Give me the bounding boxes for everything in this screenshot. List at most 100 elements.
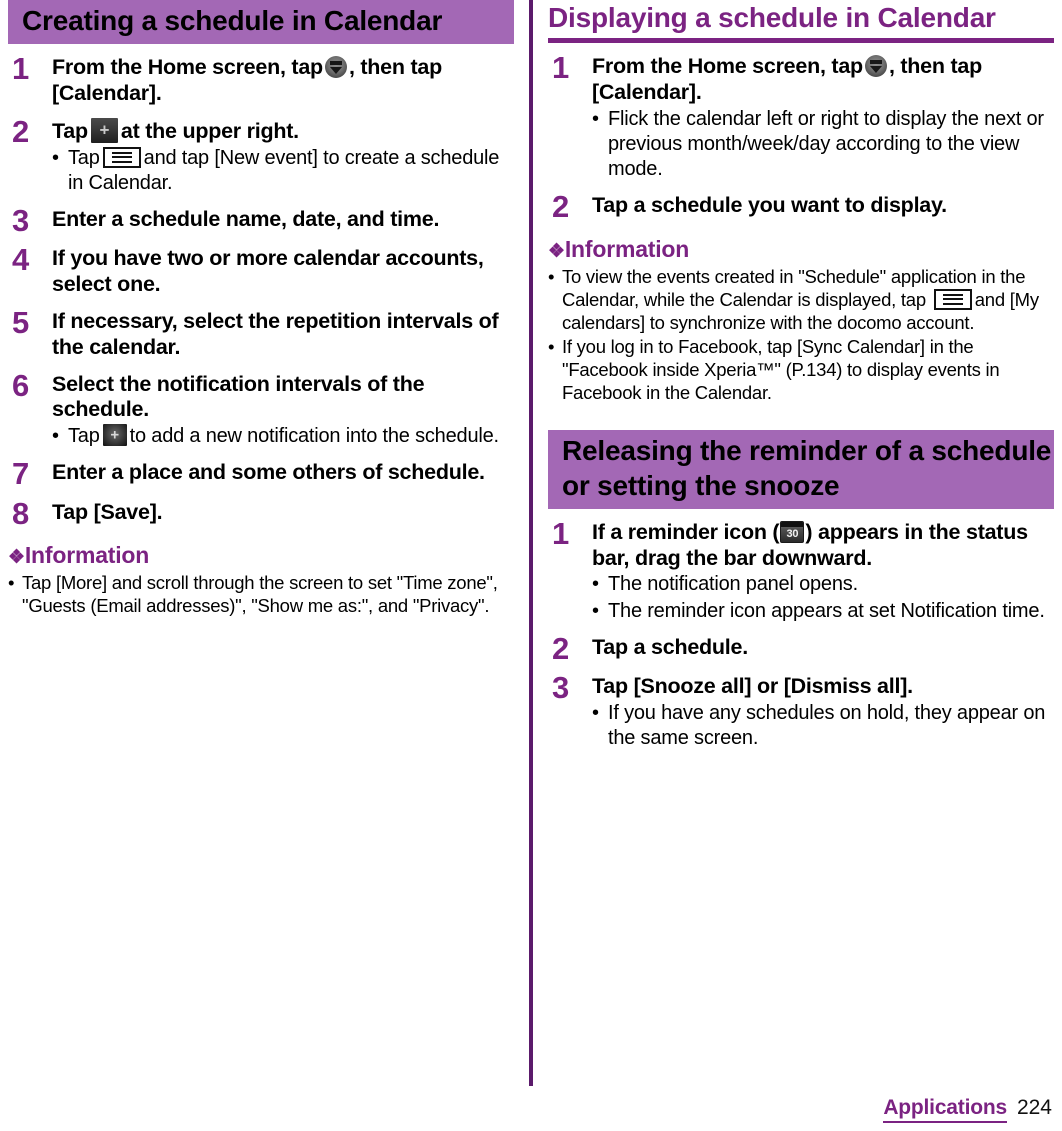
app-drawer-icon — [864, 55, 887, 78]
step-body: Tap a schedule you want to display. — [592, 193, 1054, 219]
step-title: Select the notification intervals of the… — [52, 371, 425, 422]
section-heading-displaying-schedule: Displaying a schedule in Calendar — [548, 0, 1054, 44]
section-heading-releasing-reminder: Releasing the reminder of a schedule or … — [548, 430, 1054, 509]
column-divider — [529, 0, 533, 1086]
bullet-dot: • — [52, 146, 59, 169]
footer-section-label: Applications — [883, 1096, 1007, 1123]
plus-button-icon — [90, 117, 118, 143]
step-body: Tap [Save]. — [52, 500, 514, 526]
bullet-text-after: to add a new notification into the sched… — [129, 425, 499, 448]
step-title: If necessary, select the repetition inte… — [52, 309, 499, 359]
menu-button-icon — [933, 288, 972, 310]
step-title-text: If a reminder icon ( — [592, 519, 780, 544]
step-title-text: From the Home screen, tap — [52, 55, 323, 80]
bullet-text: Tap and tap [New event] to create a sched… — [68, 146, 514, 196]
step-item: 8 Tap [Save]. — [8, 495, 514, 531]
step-item: 6 Select the notification intervals of t… — [8, 367, 514, 450]
step-body: Tap a schedule. — [592, 635, 1054, 661]
step-title: Tap [Save]. — [52, 499, 163, 524]
information-label: Information — [564, 235, 690, 262]
step-item: 2 Tap a schedule. — [548, 633, 1054, 663]
bullet-text-before: Tap — [68, 425, 100, 448]
bullet-text: The notification panel opens. — [608, 573, 858, 596]
step-bullets: • The notification panel opens. • The re… — [592, 572, 1054, 623]
diamond-icon: ❖ — [548, 240, 565, 262]
list-item: • If you log in to Facebook, tap [Sync C… — [548, 335, 1054, 404]
step-body: If necessary, select the repetition inte… — [52, 309, 514, 361]
step-number: 8 — [12, 495, 30, 531]
step-number: 3 — [552, 670, 570, 706]
step-title: Tap at the upper right. — [52, 117, 514, 145]
section-heading-creating-schedule: Creating a schedule in Calendar — [8, 0, 514, 45]
step-body: Tap [Snooze all] or [Dismiss all]. • If … — [592, 674, 1054, 751]
reminder-icon-label: 30 — [786, 527, 799, 540]
information-heading: ❖Information — [548, 236, 1054, 264]
step-number: 6 — [12, 367, 30, 403]
information-text: To view the events created in "Schedule"… — [562, 265, 1054, 334]
information-text: Tap [More] and scroll through the screen… — [22, 572, 498, 617]
bullet-item: • Tap to add a new notification into the … — [52, 424, 514, 449]
step-bullets: • If you have any schedules on hold, the… — [592, 701, 1054, 751]
step-number: 2 — [12, 113, 30, 149]
step-title: Enter a schedule name, date, and time. — [52, 206, 440, 231]
step-item: 2 Tap a schedule you want to display. — [548, 189, 1054, 225]
step-title: If you have two or more calendar account… — [52, 246, 484, 297]
left-column: Creating a schedule in Calendar 1 From t… — [8, 0, 514, 617]
step-number: 5 — [12, 305, 30, 341]
page-footer: Applications 224 — [883, 1096, 1052, 1123]
information-list: • To view the events created in "Schedul… — [548, 265, 1054, 405]
bullet-text: The reminder icon appears at set Notific… — [608, 599, 1045, 622]
information-heading: ❖Information — [8, 542, 514, 570]
step-title: Enter a place and some others of schedul… — [52, 460, 485, 485]
step-body: Enter a schedule name, date, and time. — [52, 207, 514, 233]
step-number: 3 — [12, 202, 30, 238]
bullet-text: Flick the calendar left or right to disp… — [608, 107, 1044, 181]
bullet-dot: • — [592, 702, 599, 724]
bullet-item: • The notification panel opens. — [592, 572, 1054, 597]
step-number: 1 — [552, 50, 570, 86]
bullet-dot: • — [592, 599, 599, 622]
step-number: 1 — [552, 515, 570, 551]
information-list: • Tap [More] and scroll through the scre… — [8, 571, 514, 617]
step-number: 2 — [552, 189, 570, 225]
step-item: 4 If you have two or more calendar accou… — [8, 242, 514, 298]
step-title-text-after: at the upper right. — [120, 118, 299, 143]
step-bullets: • Flick the calendar left or right to di… — [592, 107, 1054, 183]
bullet-text-before: Tap — [68, 146, 100, 169]
information-label: Information — [24, 542, 150, 569]
bullet-dot: • — [592, 107, 599, 130]
bullet-dot: • — [548, 265, 555, 287]
bullet-dot: • — [548, 336, 555, 358]
step-title: From the Home screen, tap, then tap [Cal… — [52, 55, 514, 107]
step-item: 7 Enter a place and some others of sched… — [8, 459, 514, 489]
bullet-text: If you have any schedules on hold, they … — [608, 702, 1046, 750]
step-bullets: • Tap and tap [New event] to create a sch… — [52, 146, 514, 196]
manual-page: Creating a schedule in Calendar 1 From t… — [0, 0, 1062, 1131]
step-item: 3 Enter a schedule name, date, and time. — [8, 202, 514, 238]
step-item: 5 If necessary, select the repetition in… — [8, 305, 514, 361]
step-body: Enter a place and some others of schedul… — [52, 460, 514, 486]
step-number: 4 — [12, 242, 30, 278]
step-title: Tap a schedule you want to display. — [592, 193, 947, 218]
app-drawer-icon — [324, 56, 347, 79]
step-item: 2 Tap at the upper right. • Tapand tap [N… — [8, 113, 514, 196]
bullet-dot: • — [8, 572, 15, 594]
step-body: If a reminder icon (30) appears in the s… — [592, 520, 1054, 624]
step-item: 3 Tap [Snooze all] or [Dismiss all]. • I… — [548, 670, 1054, 751]
step-title-text: From the Home screen, tap — [592, 54, 863, 79]
bullet-dot: • — [592, 573, 599, 596]
right-column: Displaying a schedule in Calendar 1 From… — [548, 0, 1054, 751]
step-body: From the Home screen, tap, then tap [Cal… — [592, 54, 1054, 182]
list-item: • Tap [More] and scroll through the scre… — [8, 571, 514, 617]
reminder-calendar-icon: 30 — [780, 520, 805, 543]
step-title: From the Home screen, tap, then tap [Cal… — [592, 54, 1054, 106]
step-body: Tap at the upper right. • Tapand tap [New… — [52, 117, 514, 196]
step-number: 1 — [12, 51, 30, 87]
step-title: If a reminder icon (30) appears in the s… — [592, 520, 1054, 572]
bullet-text: Tap to add a new notification into the sc… — [68, 424, 514, 449]
step-item: 1 From the Home screen, tap, then tap [C… — [548, 50, 1054, 182]
page-number: 224 — [1016, 1096, 1052, 1119]
bullet-item: • Tap and tap [New event] to create a sch… — [52, 146, 514, 196]
plus-small-icon — [102, 424, 127, 447]
bullet-item: • If you have any schedules on hold, the… — [592, 701, 1054, 751]
